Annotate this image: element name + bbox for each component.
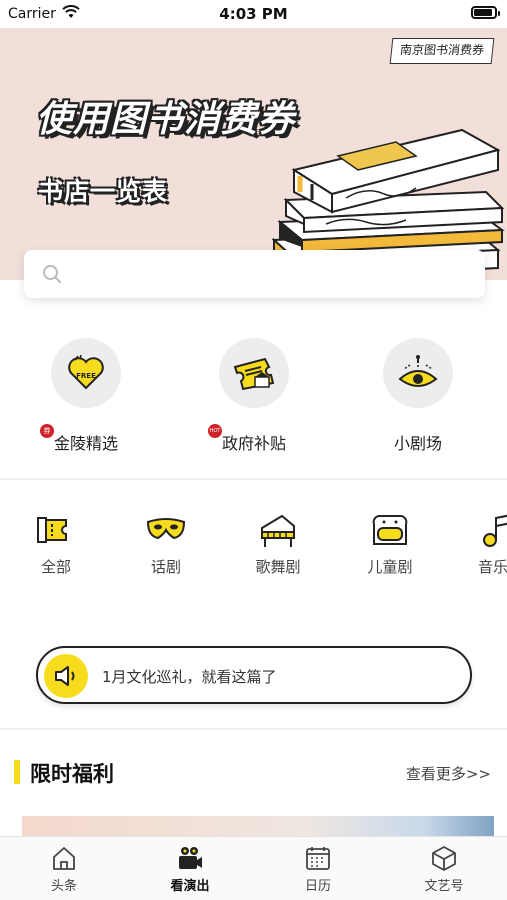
- announcement-text: 1月文化巡礼，就看这篇了: [102, 668, 277, 686]
- toast-icon: [372, 515, 408, 545]
- feature-small-theater[interactable]: 小剧场: [348, 338, 488, 454]
- announcement-banner[interactable]: 1月文化巡礼，就看这篇了: [36, 646, 472, 704]
- tab-label: 日历: [304, 879, 331, 894]
- tab-calendar[interactable]: 日历: [268, 845, 368, 894]
- category-label: 话剧: [150, 558, 181, 576]
- feature-circle: [383, 338, 453, 408]
- clock: 4:03 PM: [219, 5, 288, 23]
- search-icon: [43, 265, 61, 283]
- category-music[interactable]: 音乐: [460, 512, 507, 577]
- tab-shows[interactable]: 看演出: [140, 845, 240, 894]
- music-note-icon: [483, 514, 507, 547]
- section-accent-bar: [14, 760, 20, 784]
- coupon-badge: 券: [39, 424, 54, 438]
- feature-label: HOT 政府补贴: [207, 424, 286, 454]
- svg-text:FREE: FREE: [76, 372, 96, 380]
- ticket-icon: [233, 357, 275, 391]
- feature-jinling-select[interactable]: FREE 券 金陵精选: [16, 338, 156, 454]
- camera-icon: [179, 847, 202, 869]
- piano-icon: [261, 514, 295, 547]
- calendar-icon: [306, 847, 330, 870]
- category-children[interactable]: 儿童剧: [350, 512, 430, 577]
- tab-headlines[interactable]: 头条: [14, 845, 114, 894]
- category-label: 儿童剧: [367, 558, 413, 576]
- promo-banner[interactable]: 南京图书消费券 使用图书消费券 书店一览表: [0, 28, 507, 280]
- tab-label: 看演出: [170, 879, 210, 894]
- banner-title: 使用图书消费券: [36, 99, 296, 140]
- tab-label: 文艺号: [424, 879, 464, 894]
- hot-badge: HOT: [207, 424, 222, 438]
- category-label: 全部: [40, 558, 71, 576]
- tab-label: 头条: [50, 879, 77, 894]
- feature-circle: FREE: [51, 338, 121, 408]
- divider: [0, 728, 507, 730]
- tab-arts[interactable]: 文艺号: [394, 845, 494, 894]
- speaker-icon: [55, 666, 75, 686]
- section-title: 限时福利: [30, 762, 114, 786]
- category-label: 音乐: [478, 558, 507, 576]
- banner-subtitle: 书店一览表: [38, 177, 169, 206]
- category-all[interactable]: 全部: [16, 512, 96, 577]
- category-label: 歌舞剧: [255, 558, 301, 576]
- feature-label: 券 金陵精选: [39, 424, 118, 454]
- banner-tag: 南京图书消费券: [389, 38, 495, 64]
- mask-icon: [146, 518, 186, 540]
- heart-free-icon: FREE: [68, 354, 104, 390]
- divider: [0, 478, 507, 480]
- promo-card-image[interactable]: [22, 816, 494, 836]
- search-input[interactable]: [24, 250, 485, 298]
- status-bar: Carrier 4:03 PM: [0, 0, 507, 28]
- category-drama[interactable]: 话剧: [126, 512, 206, 577]
- see-more-link[interactable]: 查看更多>>: [406, 763, 491, 784]
- feature-label: 小剧场: [393, 434, 442, 453]
- category-musical[interactable]: 歌舞剧: [238, 512, 318, 577]
- feature-gov-subsidy[interactable]: HOT 政府补贴: [184, 338, 324, 454]
- ticket-icon: [37, 517, 67, 543]
- stage-eye-icon: [398, 355, 438, 387]
- notice-icon-circle: [44, 654, 88, 698]
- feature-circle: [219, 338, 289, 408]
- bottom-tab-bar: 头条 看演出 日历 文艺号: [0, 836, 507, 900]
- cube-icon: [432, 846, 456, 871]
- home-icon: [53, 847, 75, 870]
- battery-icon: [471, 6, 500, 19]
